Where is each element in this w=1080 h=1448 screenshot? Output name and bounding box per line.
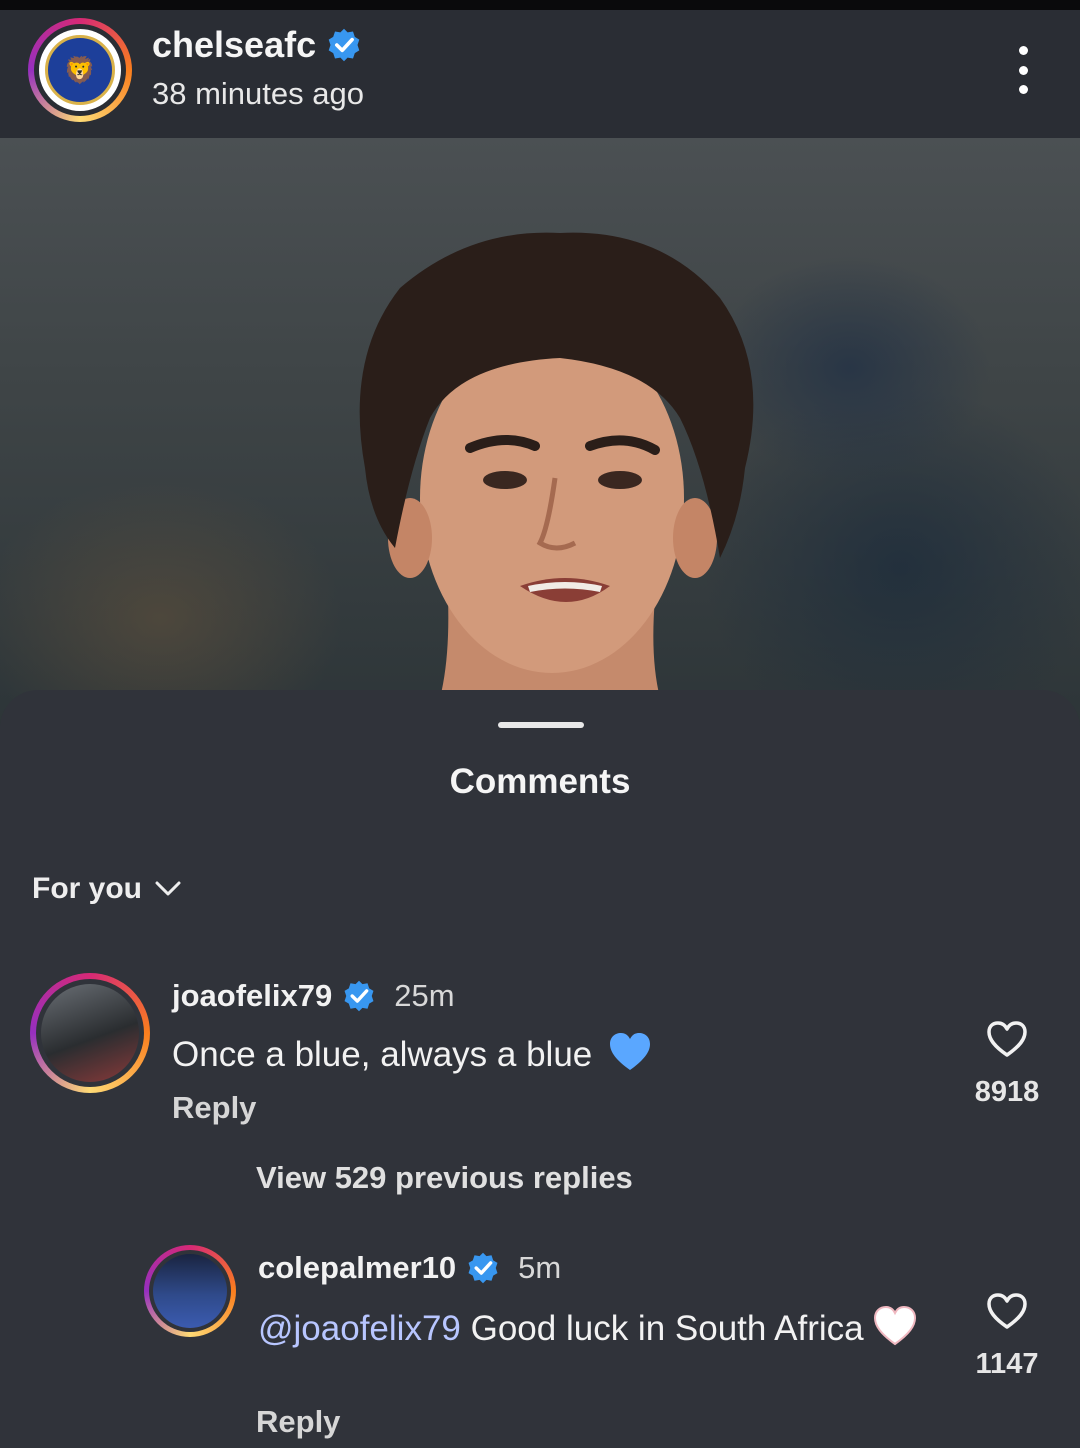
- verified-badge-icon: [468, 1252, 498, 1284]
- reply-time: 5m: [518, 1250, 562, 1285]
- chelseafc-avatar[interactable]: 🦁: [28, 18, 132, 122]
- comment-text: Once a blue, always a blue: [172, 1032, 652, 1075]
- reply-text: @joaofelix79 Good luck in South Africa: [258, 1305, 938, 1351]
- post-image[interactable]: [0, 138, 1080, 728]
- chelsea-crest-icon: 🦁: [39, 29, 121, 111]
- post-author[interactable]: chelseafc: [152, 24, 362, 66]
- player-photo: [359, 232, 754, 698]
- heart-outline-icon[interactable]: [986, 1020, 1028, 1058]
- heart-outline-icon[interactable]: [986, 1292, 1028, 1330]
- status-strip: [0, 0, 1080, 10]
- avatar-photo: [153, 1254, 227, 1328]
- mention-link[interactable]: @joaofelix79: [258, 1309, 461, 1348]
- verified-badge-icon: [344, 980, 374, 1012]
- comments-sheet: Comments For you joaofelix79 25m Once a …: [0, 690, 1080, 1448]
- reply-button[interactable]: Reply: [172, 1090, 256, 1126]
- verified-badge-icon: [328, 28, 360, 62]
- view-previous-replies[interactable]: View 529 previous replies: [256, 1160, 633, 1196]
- reply-username[interactable]: colepalmer10: [258, 1250, 456, 1286]
- comment-username[interactable]: joaofelix79: [172, 978, 332, 1014]
- comments-title: Comments: [449, 762, 631, 801]
- like-count: 8918: [974, 1076, 1040, 1108]
- comment-header: joaofelix79 25m: [172, 978, 455, 1014]
- comment-time: 25m: [394, 978, 455, 1013]
- commenter-avatar[interactable]: [30, 973, 150, 1093]
- reply-button[interactable]: Reply: [256, 1404, 340, 1440]
- post-username[interactable]: chelseafc: [152, 24, 316, 66]
- comment-filter-dropdown[interactable]: For you: [32, 872, 182, 906]
- avatar-photo: [41, 984, 139, 1082]
- more-options-icon[interactable]: [1008, 46, 1038, 94]
- blue-heart-emoji: [610, 1033, 650, 1070]
- white-heart-emoji: [874, 1305, 917, 1346]
- chevron-down-icon: [155, 881, 181, 896]
- post-timestamp: 38 minutes ago: [152, 76, 364, 111]
- filter-label: For you: [32, 872, 142, 905]
- drag-handle[interactable]: [498, 722, 584, 728]
- reply-avatar[interactable]: [144, 1245, 236, 1337]
- reply-header: colepalmer10 5m: [258, 1250, 561, 1286]
- post-header: 🦁 chelseafc 38 minutes ago: [0, 10, 1080, 138]
- reply-body: Good luck in South Africa: [470, 1309, 864, 1348]
- comment-body: Once a blue, always a blue: [172, 1035, 593, 1074]
- like-count: 1147: [975, 1348, 1039, 1380]
